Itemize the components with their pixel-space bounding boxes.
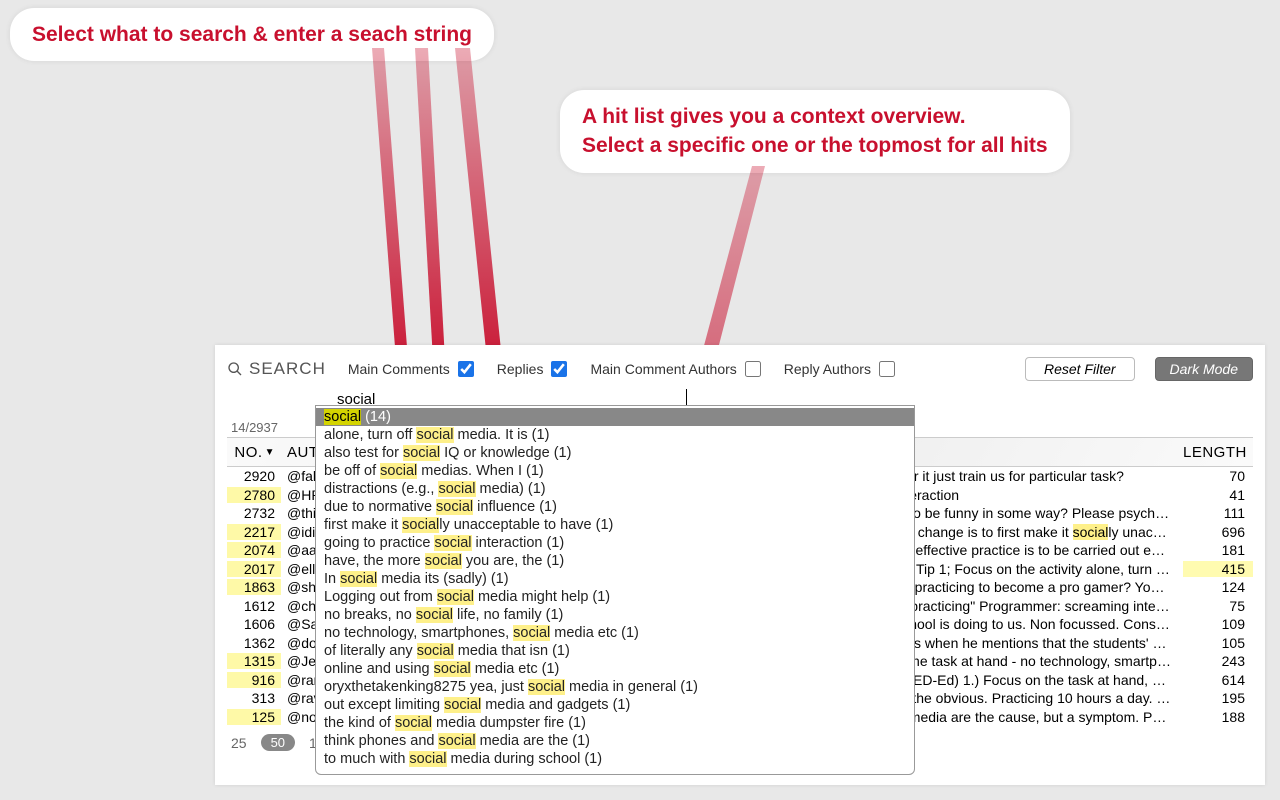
chk-main-comments[interactable]: Main Comments <box>348 358 477 380</box>
autocomplete-item[interactable]: online and using social media etc (1) <box>316 660 914 678</box>
cell-no: 1362 <box>227 635 281 651</box>
cell-no: 916 <box>227 672 281 688</box>
annotation-hitlist: A hit list gives you a context overview.… <box>560 90 1070 173</box>
chk-main-comments-input[interactable] <box>458 361 474 377</box>
cell-length: 124 <box>1183 579 1253 595</box>
cell-no: 125 <box>227 709 281 725</box>
chk-main-authors-label: Main Comment Authors <box>590 361 736 377</box>
chk-replies[interactable]: Replies <box>497 358 571 380</box>
col-header-no-text: No. <box>234 444 262 461</box>
cell-no: 2780 <box>227 487 281 503</box>
dark-mode-button[interactable]: Dark Mode <box>1155 357 1253 381</box>
page-size-25[interactable]: 25 <box>231 735 247 751</box>
cell-no: 1606 <box>227 616 281 632</box>
search-heading: SEARCH <box>227 359 326 379</box>
autocomplete-item[interactable]: first make it socially unacceptable to h… <box>316 516 914 534</box>
cell-length: 105 <box>1183 635 1253 651</box>
cell-length: 181 <box>1183 542 1253 558</box>
cell-no: 1612 <box>227 598 281 614</box>
autocomplete-item[interactable]: In social media its (sadly) (1) <box>316 570 914 588</box>
chk-reply-authors-input[interactable] <box>879 361 895 377</box>
autocomplete-item[interactable]: the kind of social media dumpster fire (… <box>316 714 914 732</box>
chk-main-comments-label: Main Comments <box>348 361 450 377</box>
cell-length: 696 <box>1183 524 1253 540</box>
col-header-no[interactable]: No. ▼ <box>227 444 281 461</box>
autocomplete-item[interactable]: of literally any social media that isn (… <box>316 642 914 660</box>
autocomplete-item[interactable]: Logging out from social media might help… <box>316 588 914 606</box>
cell-no: 1863 <box>227 579 281 595</box>
autocomplete-item[interactable]: due to normative social influence (1) <box>316 498 914 516</box>
cell-length: 243 <box>1183 653 1253 669</box>
chk-main-authors[interactable]: Main Comment Authors <box>590 358 763 380</box>
cell-length: 415 <box>1183 561 1253 577</box>
cell-no: 2017 <box>227 561 281 577</box>
autocomplete-item[interactable]: to much with social media during school … <box>316 750 914 768</box>
autocomplete-item[interactable]: think phones and social media are the (1… <box>316 732 914 750</box>
cell-length: 111 <box>1183 505 1253 521</box>
autocomplete-item[interactable]: out except limiting social media and gad… <box>316 696 914 714</box>
cell-length: 41 <box>1183 487 1253 503</box>
cell-length: 614 <box>1183 672 1253 688</box>
cell-no: 2217 <box>227 524 281 540</box>
search-icon <box>227 361 243 377</box>
chk-replies-label: Replies <box>497 361 544 377</box>
autocomplete-item[interactable]: going to practice social interaction (1) <box>316 534 914 552</box>
col-header-length[interactable]: Length <box>1183 444 1253 461</box>
cell-length: 70 <box>1183 468 1253 484</box>
search-heading-text: SEARCH <box>249 359 326 379</box>
cell-length: 109 <box>1183 616 1253 632</box>
sort-desc-icon: ▼ <box>265 447 275 458</box>
cell-no: 2074 <box>227 542 281 558</box>
cell-no: 2732 <box>227 505 281 521</box>
page-size-50[interactable]: 50 <box>261 734 295 751</box>
annotation-search: Select what to search & enter a seach st… <box>10 8 494 61</box>
annotation-hitlist-line2: Select a specific one or the topmost for… <box>582 134 1048 157</box>
autocomplete-dropdown: social (14)alone, turn off social media.… <box>315 405 915 775</box>
autocomplete-item[interactable]: alone, turn off social media. It is (1) <box>316 426 914 444</box>
autocomplete-item[interactable]: oryxthetakenking8275 yea, just social me… <box>316 678 914 696</box>
cell-no: 2920 <box>227 468 281 484</box>
chk-reply-authors-label: Reply Authors <box>784 361 871 377</box>
chk-main-authors-input[interactable] <box>745 361 761 377</box>
reset-filter-button[interactable]: Reset Filter <box>1025 357 1135 381</box>
annotation-hitlist-line1: A hit list gives you a context overview. <box>582 105 966 128</box>
autocomplete-item[interactable]: distractions (e.g., social media) (1) <box>316 480 914 498</box>
cell-length: 195 <box>1183 690 1253 706</box>
cell-no: 1315 <box>227 653 281 669</box>
autocomplete-item[interactable]: social (14) <box>316 408 914 426</box>
chk-reply-authors[interactable]: Reply Authors <box>784 358 898 380</box>
autocomplete-item[interactable]: also test for social IQ or knowledge (1) <box>316 444 914 462</box>
autocomplete-item[interactable]: no breaks, no social life, no family (1) <box>316 606 914 624</box>
autocomplete-item[interactable]: be off of social medias. When I (1) <box>316 462 914 480</box>
cell-length: 188 <box>1183 709 1253 725</box>
search-topbar: SEARCH Main Comments Replies Main Commen… <box>227 353 1253 385</box>
search-scope-checkboxes: Main Comments Replies Main Comment Autho… <box>348 358 898 380</box>
chk-replies-input[interactable] <box>551 361 567 377</box>
autocomplete-item[interactable]: have, the more social you are, the (1) <box>316 552 914 570</box>
cell-length: 75 <box>1183 598 1253 614</box>
autocomplete-item[interactable]: no technology, smartphones, social media… <box>316 624 914 642</box>
search-panel: SEARCH Main Comments Replies Main Commen… <box>215 345 1265 785</box>
cell-no: 313 <box>227 690 281 706</box>
